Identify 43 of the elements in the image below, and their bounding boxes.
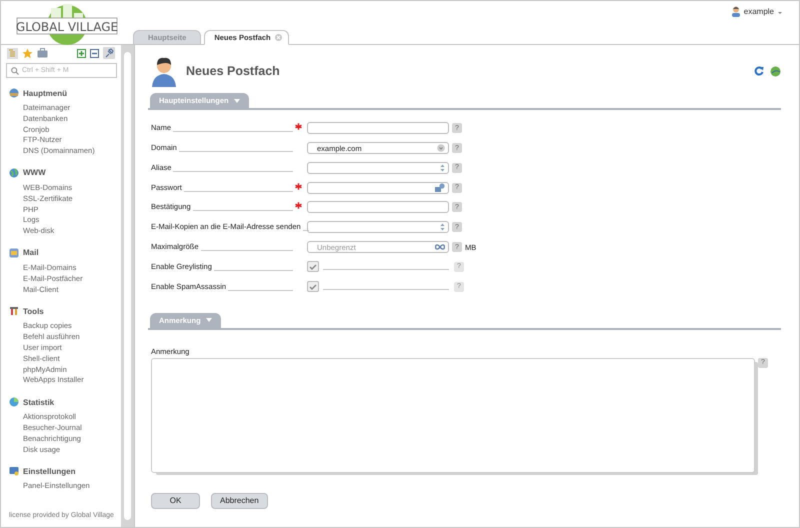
close-icon[interactable] (274, 34, 282, 41)
checkbox[interactable] (307, 281, 319, 292)
menu-section-title[interactable]: Hauptmenü (23, 88, 67, 98)
input-field[interactable] (307, 182, 449, 194)
note-field[interactable] (151, 358, 755, 473)
landscape-icon (9, 88, 19, 98)
input-field[interactable] (307, 162, 449, 174)
caret-icon (206, 318, 212, 322)
refresh-icon[interactable] (754, 66, 764, 76)
menu-section-title[interactable]: Tools (23, 306, 44, 316)
menu-section-title[interactable]: Statistik (23, 398, 54, 407)
mail-icon (9, 248, 19, 258)
cancel-button[interactable]: Abbrechen (211, 492, 268, 509)
dropdown-icon[interactable] (437, 144, 445, 152)
user-name[interactable]: example (744, 6, 774, 18)
logo-text: GLOBAL VILLAGE (16, 20, 118, 34)
menu-section-title[interactable]: Mail (23, 248, 39, 258)
leader-line (302, 230, 309, 232)
collapse-icon[interactable] (90, 48, 99, 58)
page-title: Neues Postfach (186, 64, 281, 78)
caret-icon (234, 98, 240, 102)
infinity-icon[interactable] (435, 244, 445, 250)
star-icon[interactable] (22, 48, 33, 58)
scrollbar[interactable] (121, 45, 134, 527)
pin-icon[interactable] (103, 47, 115, 59)
ok-button[interactable]: OK (151, 492, 200, 509)
monitor-icon (9, 466, 19, 476)
spinner-icon[interactable] (440, 223, 445, 232)
input-field[interactable] (307, 221, 449, 234)
spinner-icon[interactable] (440, 164, 445, 172)
menu-section-title[interactable]: Einstellungen (23, 466, 76, 476)
tools-icon (9, 306, 19, 316)
checkbox[interactable] (307, 261, 319, 272)
input-field[interactable] (307, 201, 449, 214)
search-icon (11, 66, 19, 74)
key-generator-icon[interactable] (435, 183, 445, 192)
user-icon (730, 6, 741, 17)
leader-line (228, 290, 293, 291)
input-field[interactable] (307, 122, 449, 134)
menu-section-title[interactable]: WWW (23, 168, 46, 178)
briefcase-icon[interactable] (37, 48, 48, 58)
expand-icon[interactable] (77, 48, 86, 58)
tree-icon[interactable] (7, 48, 18, 58)
